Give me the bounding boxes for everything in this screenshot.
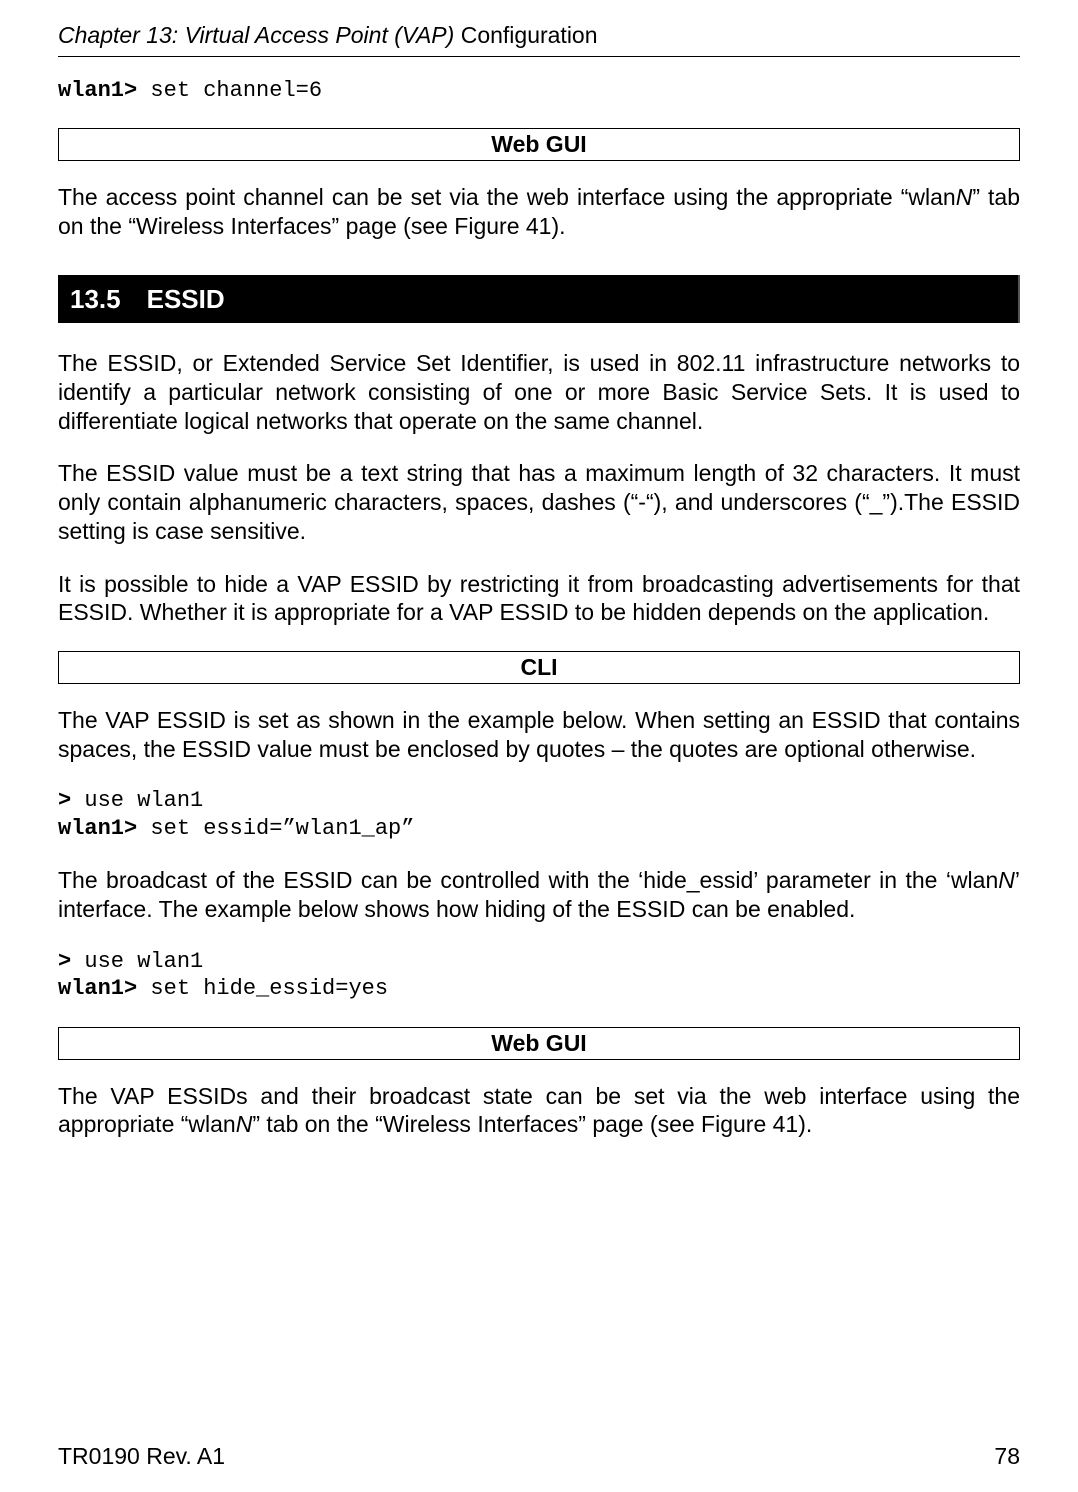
code-prompt: wlan1> bbox=[58, 78, 137, 103]
header-rule bbox=[58, 56, 1020, 57]
footer-page-number: 78 bbox=[994, 1442, 1020, 1471]
section-title: ESSID bbox=[147, 283, 225, 316]
paragraph-essid-rules: The ESSID value must be a text string th… bbox=[58, 459, 1020, 545]
chapter-header: Chapter 13: Virtual Access Point (VAP) C… bbox=[58, 21, 1020, 56]
chapter-title-prefix: Chapter 13: Virtual Access Point (VAP) bbox=[58, 22, 461, 48]
paragraph-cli-essid: The VAP ESSID is set as shown in the exa… bbox=[58, 706, 1020, 764]
paragraph-webgui-channel: The access point channel can be set via … bbox=[58, 183, 1020, 241]
code-command: use wlan1 bbox=[71, 788, 203, 813]
code-prompt: > bbox=[58, 949, 71, 974]
code-prompt: wlan1> bbox=[58, 816, 137, 841]
section-number: 13.5 bbox=[70, 283, 121, 316]
paragraph-hide-essid: The broadcast of the ESSID can be contro… bbox=[58, 866, 1020, 924]
web-gui-heading: Web GUI bbox=[58, 128, 1020, 161]
code-block-set-essid: > use wlan1 wlan1> set essid=”wlan1_ap” bbox=[58, 787, 1020, 842]
code-block-hide-essid: > use wlan1 wlan1> set hide_essid=yes bbox=[58, 948, 1020, 1003]
paragraph-essid-hide: It is possible to hide a VAP ESSID by re… bbox=[58, 570, 1020, 628]
code-prompt: wlan1> bbox=[58, 976, 137, 1001]
code-block-set-channel: wlan1> set channel=6 bbox=[58, 77, 1020, 105]
code-command: set hide_essid=yes bbox=[137, 976, 388, 1001]
cli-heading: CLI bbox=[58, 651, 1020, 684]
chapter-title-suffix: Configuration bbox=[461, 22, 598, 48]
paragraph-webgui-essid: The VAP ESSIDs and their broadcast state… bbox=[58, 1082, 1020, 1140]
page-footer: TR0190 Rev. A1 78 bbox=[58, 1442, 1020, 1471]
footer-doc-id: TR0190 Rev. A1 bbox=[58, 1442, 225, 1471]
code-command: use wlan1 bbox=[71, 949, 203, 974]
code-prompt: > bbox=[58, 788, 71, 813]
paragraph-essid-intro: The ESSID, or Extended Service Set Ident… bbox=[58, 349, 1020, 435]
code-command: set essid=”wlan1_ap” bbox=[137, 816, 414, 841]
web-gui-heading-2: Web GUI bbox=[58, 1027, 1020, 1060]
code-command: set channel=6 bbox=[137, 78, 322, 103]
section-heading-essid: 13.5 ESSID bbox=[58, 275, 1020, 324]
